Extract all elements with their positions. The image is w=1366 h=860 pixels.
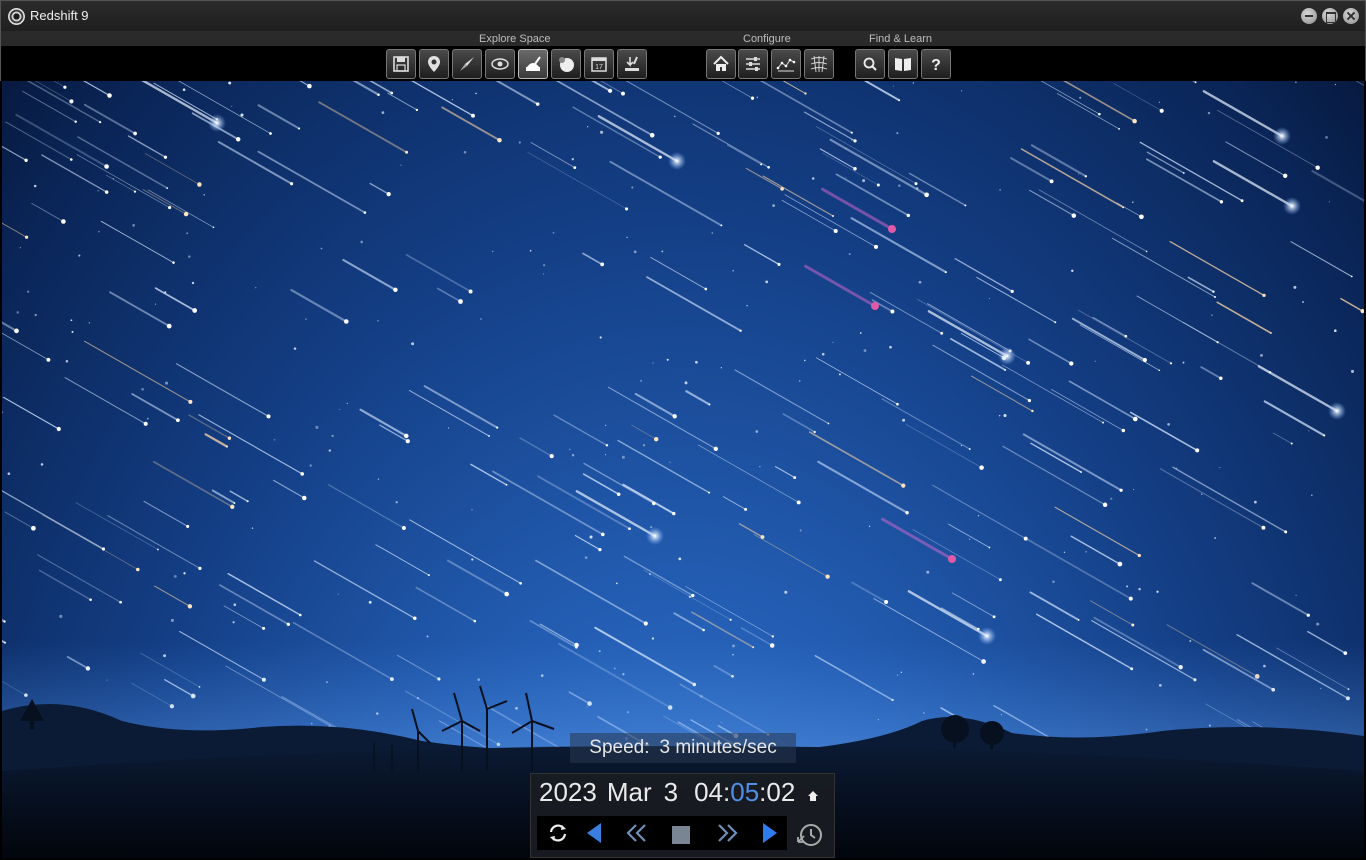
date-time-display: 2023 Mar 3 04 : 05 : 02 — [539, 777, 795, 808]
speed-value: 3 minutes/sec — [659, 737, 777, 758]
book-icon — [895, 58, 911, 71]
spaceflight-button[interactable] — [452, 49, 482, 79]
find-learn-label: Find & Learn — [869, 33, 932, 45]
play-forward-button[interactable] — [757, 820, 783, 846]
second-field[interactable]: 02 — [766, 777, 795, 808]
minimize-button[interactable] — [1301, 8, 1317, 24]
play-forward-icon — [763, 823, 777, 843]
book-button[interactable] — [888, 49, 918, 79]
view-button[interactable] — [485, 49, 515, 79]
download-tool-icon — [625, 56, 639, 71]
explore-space-label: Explore Space — [479, 33, 551, 45]
day-field[interactable]: 3 — [664, 777, 678, 808]
time-separator: : — [759, 777, 767, 807]
home-icon — [713, 55, 729, 71]
help-button[interactable]: ? — [921, 49, 951, 79]
home-button[interactable] — [706, 49, 736, 79]
settings-button[interactable] — [738, 49, 768, 79]
location-button[interactable] — [419, 49, 449, 79]
floppy-disk-icon — [393, 56, 409, 72]
fast-forward-icon — [718, 824, 738, 842]
maximize-button[interactable] — [1322, 8, 1338, 24]
month-field[interactable]: Mar — [607, 777, 652, 808]
year-field[interactable]: 2023 — [539, 777, 597, 808]
stop-button[interactable] — [668, 820, 694, 846]
title-bar: Redshift 9 — [0, 0, 1366, 31]
location-pin-icon — [428, 56, 440, 72]
play-backward-button[interactable] — [581, 820, 607, 846]
fast-backward-icon — [626, 824, 646, 842]
reset-time-button[interactable] — [545, 820, 571, 846]
refresh-icon — [549, 824, 567, 842]
time-panel: 2023 Mar 3 04 : 05 : 02 — [530, 773, 835, 858]
stop-icon — [672, 826, 690, 844]
close-button[interactable] — [1343, 8, 1359, 24]
time-separator: : — [723, 777, 731, 807]
svg-text:17: 17 — [595, 64, 603, 71]
home-time-icon[interactable] — [807, 790, 819, 802]
speed-indicator: Speed: 3 minutes/sec — [570, 733, 796, 763]
grid-icon — [810, 55, 828, 73]
search-button[interactable] — [855, 49, 885, 79]
eye-orbit-icon — [491, 58, 509, 70]
time-controls — [537, 816, 787, 850]
observatory-icon — [526, 56, 541, 71]
hour-field[interactable]: 04 — [694, 777, 723, 808]
observatory-button[interactable] — [518, 49, 548, 79]
calendar-button[interactable]: 17 — [584, 49, 614, 79]
calendar-icon: 17 — [591, 57, 607, 72]
sliders-icon — [746, 57, 760, 71]
window-title: Redshift 9 — [30, 8, 89, 23]
download-tool-button[interactable] — [617, 49, 647, 79]
svg-text:?: ? — [931, 57, 941, 74]
time-history-button[interactable] — [795, 820, 825, 850]
help-icon: ? — [931, 57, 941, 74]
fast-forward-button[interactable] — [715, 820, 741, 846]
night-sky-button[interactable] — [551, 49, 581, 79]
constellations-button[interactable] — [771, 49, 801, 79]
speed-label: Speed: — [589, 737, 650, 758]
fast-backward-button[interactable] — [623, 820, 649, 846]
play-backward-icon — [587, 823, 601, 843]
app-logo-icon — [8, 8, 25, 25]
save-button[interactable] — [386, 49, 416, 79]
configure-label: Configure — [743, 33, 791, 45]
search-icon — [863, 57, 877, 71]
main-toolbar: Explore Space Configure Find & Learn 17 — [0, 31, 1366, 81]
moon-phase-icon — [559, 57, 574, 72]
minute-field[interactable]: 05 — [730, 777, 759, 808]
constellation-icon — [776, 58, 796, 72]
grid-button[interactable] — [804, 49, 834, 79]
rocket-icon — [460, 57, 474, 71]
